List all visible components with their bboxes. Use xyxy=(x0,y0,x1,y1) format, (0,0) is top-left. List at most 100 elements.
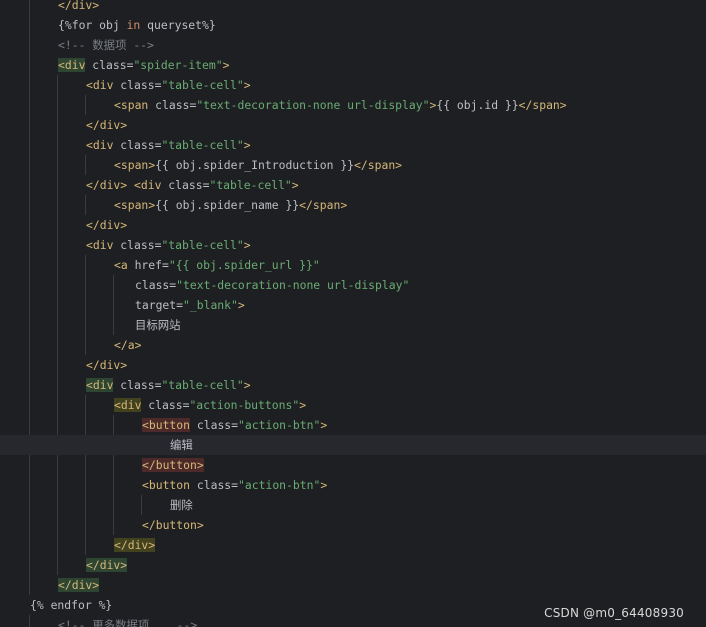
code-token: "action-btn" xyxy=(238,478,321,492)
code-line[interactable]: <div class="spider-item"> xyxy=(0,55,706,75)
code-token: </div> xyxy=(58,0,100,12)
code-token: <button xyxy=(142,418,191,432)
code-token: "{{ obj.spider_url }}" xyxy=(168,258,320,272)
code-token: </span> xyxy=(299,198,348,212)
code-line-content: <div class="table-cell"> xyxy=(86,75,251,95)
code-token: <div xyxy=(86,378,114,392)
code-line-content: </div> xyxy=(58,0,99,15)
code-line-content: 目标网站 xyxy=(135,315,181,335)
code-line[interactable]: </div> xyxy=(0,575,706,595)
code-line[interactable]: </button> xyxy=(0,515,706,535)
code-token: in xyxy=(126,18,141,32)
code-token: </div> xyxy=(114,538,156,552)
code-token: {%for obj xyxy=(58,18,127,32)
code-token: class= xyxy=(190,478,239,492)
code-line[interactable]: target="_blank"> xyxy=(0,295,706,315)
code-token: class= xyxy=(113,138,162,152)
code-line-content: </button> xyxy=(142,455,204,475)
code-line[interactable]: </div> xyxy=(0,115,706,135)
code-line[interactable]: 删除 xyxy=(0,495,706,515)
code-token: class= xyxy=(85,58,134,72)
code-token: class= xyxy=(141,398,190,412)
code-token: "action-btn" xyxy=(238,418,321,432)
code-editor[interactable]: </div> {%for obj in queryset%} <!-- 数据项 --… xyxy=(0,0,706,627)
code-line[interactable]: <span class="text-decoration-none url-di… xyxy=(0,95,706,115)
code-token: "table-cell" xyxy=(161,138,244,152)
code-line-content: target="_blank"> xyxy=(135,295,245,315)
code-token: {{ obj.spider_Introduction }} xyxy=(155,158,355,172)
code-line-content: 编辑 xyxy=(170,435,193,455)
code-line-content: </div> xyxy=(86,115,127,135)
code-token: 编辑 xyxy=(170,438,193,452)
code-line-content: <div class="table-cell"> xyxy=(86,235,251,255)
code-line-content: </div> <div class="table-cell"> xyxy=(86,175,299,195)
code-line-content: <button class="action-btn"> xyxy=(142,475,327,495)
code-token: <!-- 更多数据项... --> xyxy=(58,618,198,627)
code-line-content: <a href="{{ obj.spider_url }}" xyxy=(114,255,320,275)
code-line-content: </div> xyxy=(86,215,127,235)
code-token: "table-cell" xyxy=(161,238,244,252)
code-line[interactable]: </div> xyxy=(0,355,706,375)
code-token: <span> xyxy=(114,198,156,212)
code-line-content: <div class="table-cell"> xyxy=(86,135,251,155)
code-line[interactable]: <button class="action-btn"> xyxy=(0,475,706,495)
code-token: </div> xyxy=(86,558,128,572)
code-line[interactable]: <div class="table-cell"> xyxy=(0,375,706,395)
code-token: <div xyxy=(58,58,86,72)
code-line-content: </a> xyxy=(114,335,141,355)
code-token: > xyxy=(222,58,230,72)
code-token: > xyxy=(237,298,245,312)
code-line-content: </div> xyxy=(86,355,127,375)
code-line[interactable]: </a> xyxy=(0,335,706,355)
code-line-content: </div> xyxy=(114,535,156,555)
code-line[interactable]: </button> xyxy=(0,455,706,475)
code-token: > xyxy=(243,78,251,92)
code-token: 删除 xyxy=(170,498,193,512)
code-line[interactable]: <div class="table-cell"> xyxy=(0,135,706,155)
code-token: "table-cell" xyxy=(209,178,292,192)
code-line-content: <!-- 数据项 --> xyxy=(58,35,154,55)
code-token: target= xyxy=(135,298,184,312)
code-line[interactable]: class="text-decoration-none url-display" xyxy=(0,275,706,295)
code-token: {{ obj.id }} xyxy=(436,98,519,112)
code-line[interactable]: <button class="action-btn"> xyxy=(0,415,706,435)
code-line[interactable]: <span>{{ obj.spider_name }}</span> xyxy=(0,195,706,215)
code-token: class= xyxy=(161,178,210,192)
code-line[interactable]: <!-- 数据项 --> xyxy=(0,35,706,55)
code-token: "_blank" xyxy=(183,298,238,312)
code-token: > xyxy=(320,418,328,432)
watermark: CSDN @m0_64408930 xyxy=(544,606,684,620)
code-token: </div> xyxy=(86,218,128,232)
code-line-content: </button> xyxy=(142,515,204,535)
code-token: "table-cell" xyxy=(161,78,244,92)
code-token: </span> xyxy=(518,98,567,112)
code-line[interactable]: </div> xyxy=(0,215,706,235)
code-token: href= xyxy=(127,258,169,272)
code-token: "spider-item" xyxy=(133,58,223,72)
code-line[interactable]: <span>{{ obj.spider_Introduction }}</spa… xyxy=(0,155,706,175)
code-line[interactable]: <div class="table-cell"> xyxy=(0,235,706,255)
code-line-content: <div class="action-buttons"> xyxy=(114,395,306,415)
code-line[interactable]: </div> xyxy=(0,535,706,555)
code-token: > xyxy=(243,138,251,152)
code-token: "table-cell" xyxy=(161,378,244,392)
code-line[interactable]: <div class="table-cell"> xyxy=(0,75,706,95)
code-line[interactable]: 编辑 xyxy=(0,435,706,455)
code-token: <!-- 数据项 --> xyxy=(58,38,154,52)
code-token: <div xyxy=(134,178,162,192)
code-line[interactable]: {%for obj in queryset%} xyxy=(0,15,706,35)
code-line[interactable]: </div> xyxy=(0,0,706,15)
code-line[interactable]: <div class="action-buttons"> xyxy=(0,395,706,415)
code-line-content: class="text-decoration-none url-display" xyxy=(135,275,409,295)
code-token: {{ obj.spider_name }} xyxy=(155,198,300,212)
code-line-content: <button class="action-btn"> xyxy=(142,415,327,435)
code-line[interactable]: </div> xyxy=(0,555,706,575)
code-token: class= xyxy=(113,378,162,392)
code-line[interactable]: <a href="{{ obj.spider_url }}" xyxy=(0,255,706,275)
code-line-content: <span class="text-decoration-none url-di… xyxy=(114,95,567,115)
code-line[interactable]: </div> <div class="table-cell"> xyxy=(0,175,706,195)
code-token: queryset%} xyxy=(140,18,216,32)
code-token: > xyxy=(291,178,299,192)
code-line[interactable]: 目标网站 xyxy=(0,315,706,335)
